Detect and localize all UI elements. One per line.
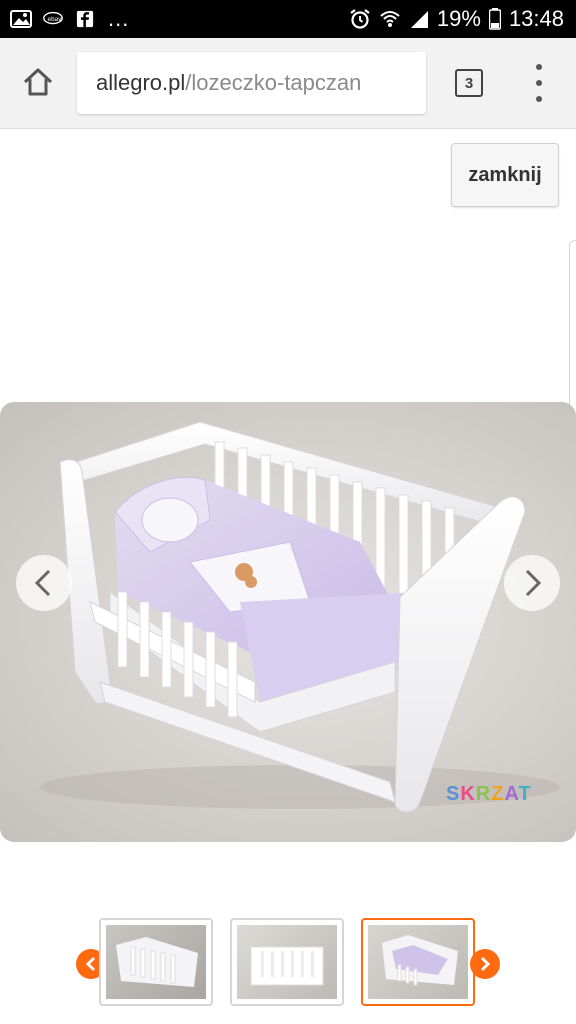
thumbnail-2[interactable] — [230, 918, 344, 1006]
gallery-icon — [10, 10, 32, 28]
chevron-left-icon — [34, 569, 51, 597]
browser-toolbar: allegro.pl/lozeczko-tapczan 3 — [0, 38, 576, 129]
thumbnails-next-button[interactable] — [470, 949, 500, 979]
thumbnail-image — [106, 925, 206, 999]
home-button[interactable] — [18, 62, 58, 102]
brand-letter: T — [518, 783, 532, 805]
thumbnail-1[interactable] — [99, 918, 213, 1006]
clock: 13:48 — [508, 6, 564, 31]
chevron-right-icon — [480, 956, 491, 972]
close-button[interactable]: zamknij — [451, 143, 559, 207]
brand-letter: K — [460, 783, 476, 805]
crib-thumbnail — [116, 937, 198, 987]
signal-icon — [410, 11, 428, 28]
battery-percent: 19% — [436, 6, 481, 31]
battery-icon — [488, 8, 501, 30]
thumbnail-3[interactable] — [361, 918, 475, 1006]
crib-thumbnail — [250, 946, 324, 986]
svg-text:ebay: ebay — [48, 16, 63, 23]
chevron-right-icon — [525, 569, 542, 597]
url-path: /lozeczko-tapczan — [185, 70, 362, 95]
brand-name-text: SKRZAT — [446, 783, 532, 805]
product-image — [0, 402, 576, 842]
url-text: allegro.pl/lozeczko-tapczan — [77, 70, 361, 96]
tab-switcher-button[interactable]: 3 — [455, 69, 483, 97]
crib-illustration — [40, 421, 560, 813]
menu-dot — [536, 64, 542, 70]
brand-letter: R — [475, 783, 492, 805]
alarm-icon — [350, 9, 370, 29]
system-icons: 19% 13:48 — [349, 6, 576, 32]
url-domain: allegro.pl — [96, 70, 186, 95]
crib-thumbnail — [382, 935, 458, 986]
thumbnail-image — [368, 925, 468, 999]
address-bar[interactable]: allegro.pl/lozeczko-tapczan — [77, 52, 426, 114]
notification-icons: ebay ... — [0, 8, 129, 30]
chevron-left-icon — [85, 956, 96, 972]
ebay-icon: ebay — [43, 11, 63, 25]
brand-letter: A — [504, 783, 519, 805]
more-notifications: ... — [108, 6, 130, 31]
menu-dot — [536, 80, 542, 86]
thumbnail-strip — [0, 918, 576, 1010]
thumbnail-image — [237, 925, 337, 999]
scroll-edge — [569, 240, 576, 431]
menu-dot — [536, 96, 542, 102]
status-bar: ebay ... 19% 13:48 — [0, 0, 576, 38]
previous-image-button[interactable] — [16, 555, 72, 611]
brand-logo: SKRZAT — [446, 783, 532, 806]
facebook-icon — [76, 10, 94, 28]
home-icon — [23, 68, 53, 96]
brand-letter: Z — [491, 783, 505, 805]
brand-letter: S — [446, 783, 461, 805]
next-image-button[interactable] — [504, 555, 560, 611]
wifi-icon — [380, 11, 400, 27]
overflow-menu-button[interactable] — [524, 64, 554, 102]
